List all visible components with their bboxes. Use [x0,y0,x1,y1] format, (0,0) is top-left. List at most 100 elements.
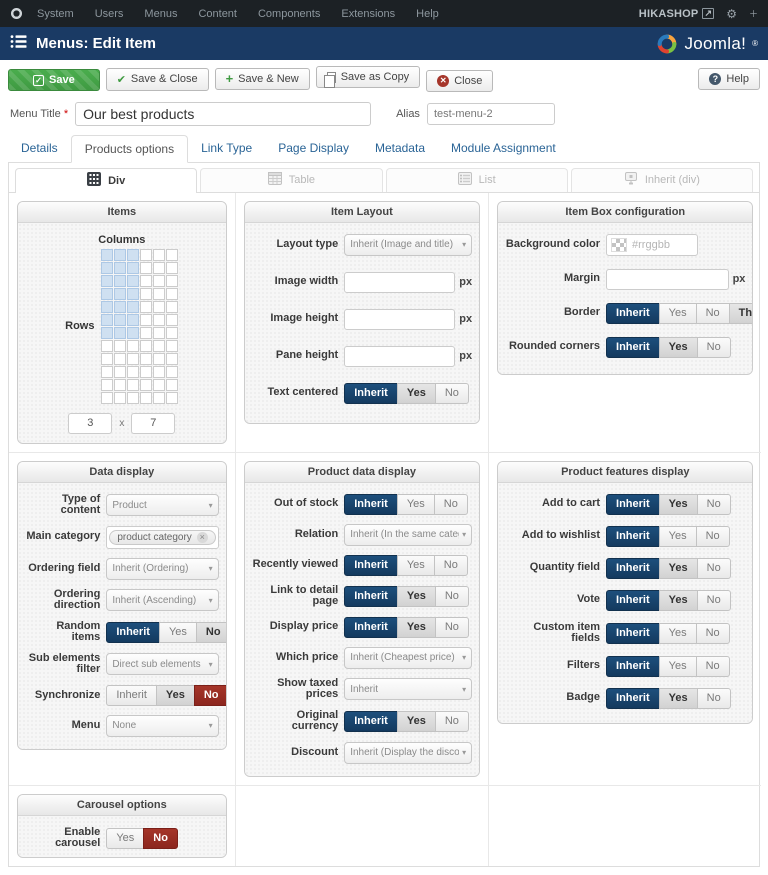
recently-viewed-yes-button[interactable]: Yes [396,554,435,576]
admin-menu-content[interactable]: Content [198,8,237,20]
filters-yes-button[interactable]: Yes [658,655,697,677]
add-to-cart-yes-button[interactable]: Yes [658,493,698,515]
grid-cell[interactable] [101,378,114,391]
admin-menu-system[interactable]: System [37,8,74,20]
random-items-yes-button[interactable]: Yes [158,621,197,643]
random-items-inherit-button[interactable]: Inherit [106,621,160,643]
grid-cell[interactable] [153,248,166,261]
grid-cell[interactable] [127,378,140,391]
grid-cell[interactable] [140,287,153,300]
add-to-wishlist-inherit-button[interactable]: Inherit [606,525,660,547]
user-menu-caret-icon[interactable]: ＋ [749,7,758,20]
grid-cell[interactable] [114,248,127,261]
tab-link-type[interactable]: Link Type [188,135,265,162]
synchronize-no-button[interactable]: No [193,684,226,706]
out-of-stock-inherit-button[interactable]: Inherit [344,493,398,515]
border-yes-button[interactable]: Yes [658,302,697,324]
grid-cell[interactable] [140,339,153,352]
grid-cell[interactable] [153,287,166,300]
which-price-select[interactable]: Inherit (Cheapest price) ▾ [344,646,473,669]
border-no-button[interactable]: No [695,302,730,324]
grid-cell[interactable] [127,313,140,326]
grid-cell[interactable] [166,261,179,274]
add-to-cart-inherit-button[interactable]: Inherit [606,493,660,515]
grid-cell[interactable] [127,248,140,261]
admin-menu-help[interactable]: Help [416,8,439,20]
grid-cell[interactable] [153,352,166,365]
help-button[interactable]: ? Help [698,67,760,90]
grid-cell[interactable] [140,313,153,326]
rounded-corners-yes-button[interactable]: Yes [658,336,698,358]
grid-cell[interactable] [101,391,114,404]
ordering-direction-select[interactable]: Inherit (Ascending) ▾ [106,589,219,612]
grid-cell[interactable] [101,248,114,261]
relation-select[interactable]: Inherit (In the same categories)▾ [344,523,473,546]
admin-menu-menus[interactable]: Menus [144,8,177,20]
display-price-yes-button[interactable]: Yes [396,616,436,638]
add-to-wishlist-yes-button[interactable]: Yes [658,525,697,547]
recently-viewed-inherit-button[interactable]: Inherit [344,554,398,576]
grid-cell[interactable] [166,352,179,365]
grid-cell[interactable] [153,300,166,313]
pane-height-input[interactable] [344,345,456,367]
grid-cell[interactable] [114,274,127,287]
grid-cell[interactable] [127,300,140,313]
grid-cell[interactable] [153,261,166,274]
grid-cell[interactable] [166,326,179,339]
original-currency-inherit-button[interactable]: Inherit [344,710,398,732]
filters-no-button[interactable]: No [695,655,730,677]
quantity-field-yes-button[interactable]: Yes [658,557,698,579]
grid-cell[interactable] [140,352,153,365]
original-currency-no-button[interactable]: No [434,710,469,732]
grid-cell[interactable] [140,248,153,261]
grid-cell[interactable] [140,378,153,391]
gear-icon[interactable]: ⚙ [726,7,737,21]
grid-cell[interactable] [101,313,114,326]
save-button[interactable]: ✓ Save [8,69,100,91]
grid-cell[interactable] [114,391,127,404]
grid-cell[interactable] [166,300,179,313]
vote-inherit-button[interactable]: Inherit [606,589,660,611]
grid-cell[interactable] [140,365,153,378]
synchronize-yes-button[interactable]: Yes [155,684,195,706]
tab-products-options[interactable]: Products options [70,134,189,163]
link-to-detail-page-no-button[interactable]: No [434,585,469,607]
grid-cell[interactable] [153,365,166,378]
background-color-field[interactable]: #rrggbb [606,233,699,256]
tab-details[interactable]: Details [8,135,71,162]
grid-cell[interactable] [114,300,127,313]
grid-cell[interactable] [166,274,179,287]
random-items-no-button[interactable]: No [195,621,226,643]
admin-menu-extensions[interactable]: Extensions [341,8,395,20]
alias-input[interactable] [426,102,555,125]
grid-cell[interactable] [101,300,114,313]
grid-cell[interactable] [114,339,127,352]
custom-item-fields-inherit-button[interactable]: Inherit [606,622,660,644]
save-new-button[interactable]: + Save & New [214,67,310,90]
grid-cell[interactable] [114,326,127,339]
custom-item-fields-no-button[interactable]: No [695,622,730,644]
grid-cell[interactable] [127,365,140,378]
grid-cell[interactable] [166,287,179,300]
text-centered-inherit-button[interactable]: Inherit [344,382,398,404]
display-price-no-button[interactable]: No [434,616,469,638]
grid-cell[interactable] [153,378,166,391]
grid-cell[interactable] [127,339,140,352]
grid-cell[interactable] [153,391,166,404]
subtab-list[interactable]: List [385,167,568,192]
grid-cell[interactable] [101,274,114,287]
enable-carousel-no-button[interactable]: No [143,827,178,849]
quantity-field-inherit-button[interactable]: Inherit [606,557,660,579]
grid-cell[interactable] [127,391,140,404]
discount-select[interactable]: Inherit (Display the discount am...▾ [344,741,473,764]
save-close-button[interactable]: ✔ Save & Close [105,67,209,91]
main-category-field[interactable]: product category × [106,525,219,549]
subtab-div[interactable]: Div [15,167,198,193]
link-to-detail-page-inherit-button[interactable]: Inherit [344,585,398,607]
badge-yes-button[interactable]: Yes [658,687,698,709]
grid-cell[interactable] [101,261,114,274]
quantity-field-no-button[interactable]: No [696,557,731,579]
border-inherit-button[interactable]: Inherit [606,302,660,324]
grid-cell[interactable] [153,326,166,339]
columns-count-input[interactable] [68,412,113,434]
